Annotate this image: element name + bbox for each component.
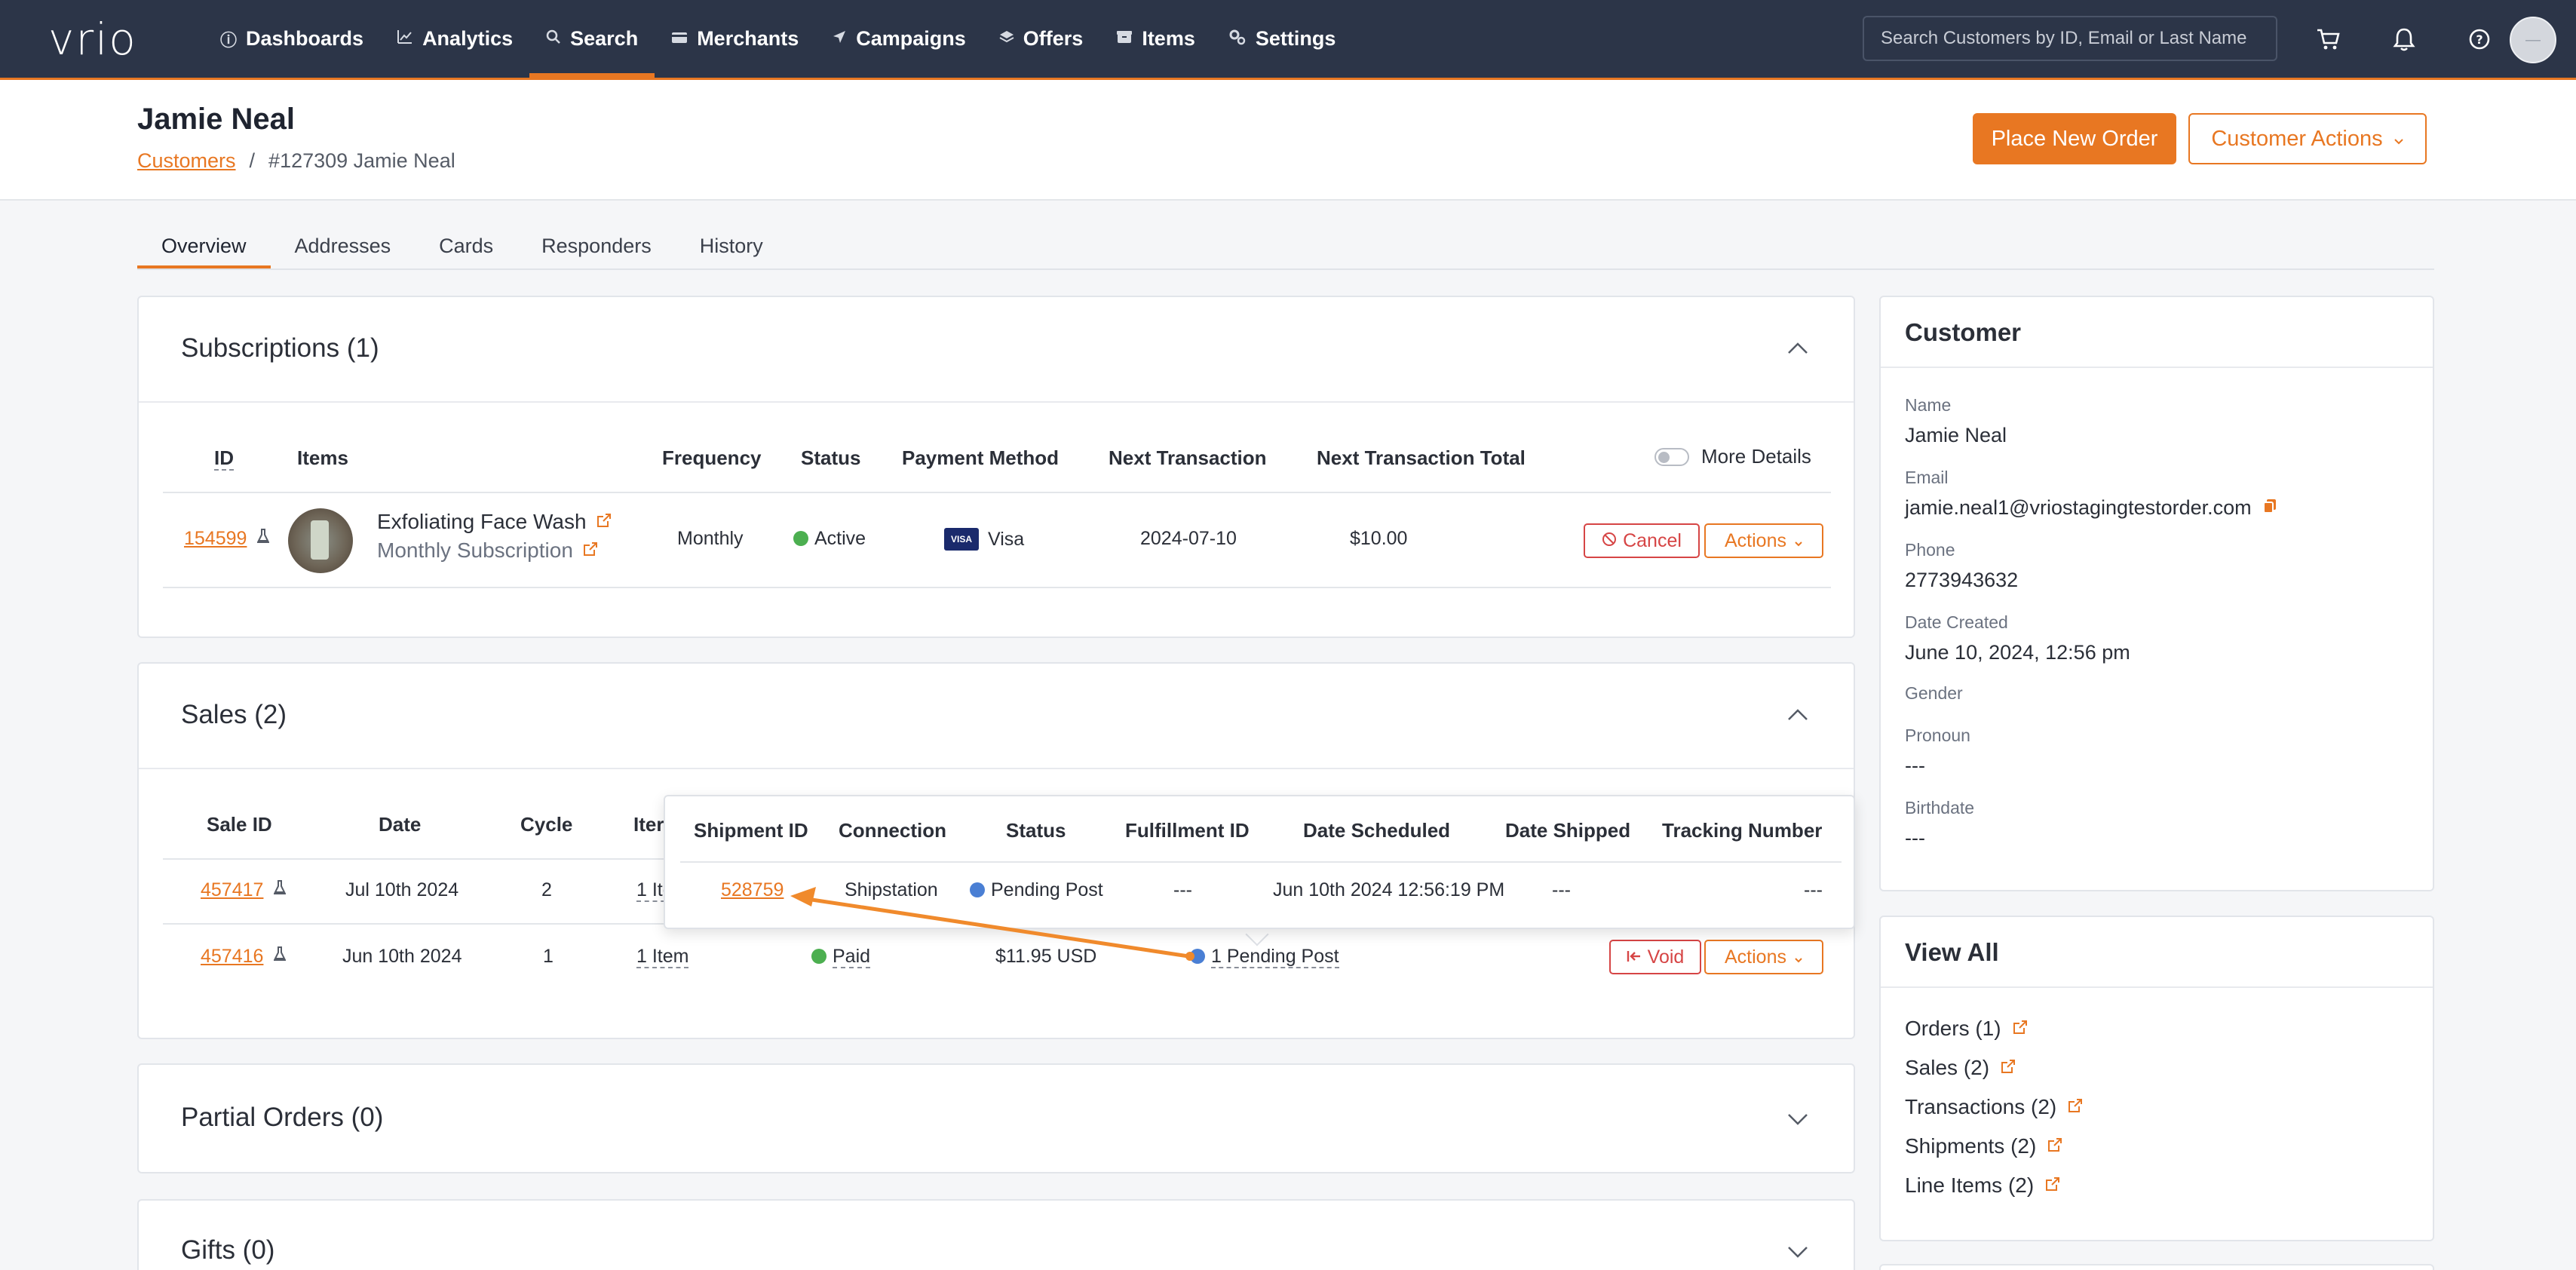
view-all-orders-link[interactable]: Orders (1)	[1905, 1017, 2029, 1041]
link-label: Sales (2)	[1905, 1056, 1990, 1079]
view-all-title: View All	[1905, 938, 1999, 966]
phone-label: Phone	[1905, 540, 1955, 560]
pronoun-value: ---	[1905, 754, 1925, 777]
view-all-shipments-link[interactable]: Shipments (2)	[1905, 1134, 2063, 1158]
customer-card-header: Customer	[1881, 297, 2433, 368]
external-link-icon	[2000, 1056, 2016, 1080]
gifts-title: Gifts (0)	[181, 1235, 275, 1265]
email-value-row: jamie.neal1@vriostagingtestorder.com	[1905, 496, 2277, 520]
view-all-transactions-link[interactable]: Transactions (2)	[1905, 1095, 2084, 1119]
customer-card: Customer Name Jamie Neal Email jamie.nea…	[1879, 296, 2434, 891]
chevron-down-icon[interactable]	[1784, 1238, 1811, 1265]
view-all-header: View All	[1881, 917, 2433, 988]
chevron-down-icon[interactable]	[1784, 1106, 1811, 1133]
external-link-icon	[2067, 1095, 2084, 1119]
partial-orders-title: Partial Orders (0)	[181, 1103, 384, 1132]
next-panel-card	[1879, 1264, 2434, 1270]
email-label: Email	[1905, 468, 1949, 487]
customer-title: Customer	[1905, 318, 2022, 346]
name-label: Name	[1905, 395, 1952, 415]
link-label: Line Items (2)	[1905, 1173, 2035, 1197]
birthdate-label: Birthdate	[1905, 798, 1975, 818]
external-link-icon	[2044, 1173, 2061, 1198]
arrow-tail-dot	[1185, 952, 1194, 961]
birthdate-value: ---	[1905, 827, 1925, 849]
date-created-value: June 10, 2024, 12:56 pm	[1905, 641, 2130, 664]
link-label: Orders (1)	[1905, 1017, 2001, 1040]
arrow-head	[790, 887, 816, 906]
arrow-shaft	[805, 897, 1191, 959]
copy-icon[interactable]	[2262, 496, 2277, 520]
external-link-icon	[2012, 1017, 2029, 1041]
gifts-card: Gifts (0)	[137, 1199, 1855, 1270]
date-created-label: Date Created	[1905, 612, 2008, 632]
partial-orders-card: Partial Orders (0)	[137, 1063, 1855, 1173]
link-label: Transactions (2)	[1905, 1095, 2057, 1118]
phone-value: 2773943632	[1905, 569, 2019, 591]
link-label: Shipments (2)	[1905, 1134, 2037, 1158]
view-all-line-items-link[interactable]: Line Items (2)	[1905, 1173, 2061, 1198]
view-all-card: View All Orders (1) Sales (2) Transactio…	[1879, 916, 2434, 1241]
external-link-icon	[2047, 1134, 2063, 1158]
gender-label: Gender	[1905, 683, 1963, 703]
email-value: jamie.neal1@vriostagingtestorder.com	[1905, 496, 2252, 519]
pronoun-label: Pronoun	[1905, 725, 1970, 745]
view-all-sales-link[interactable]: Sales (2)	[1905, 1056, 2016, 1080]
name-value: Jamie Neal	[1905, 424, 2007, 446]
